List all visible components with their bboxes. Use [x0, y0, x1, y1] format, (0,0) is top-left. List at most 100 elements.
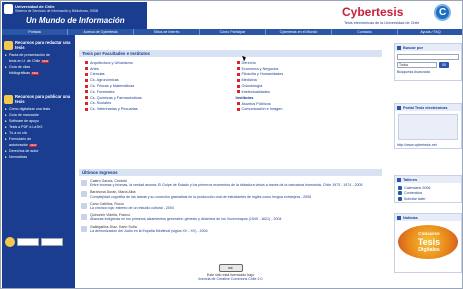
thesis-title[interactable]: Alianzas indígenas en los primeros alzam… — [90, 217, 380, 221]
sidebar-item-normativas[interactable]: ▸ Normativas — [2, 154, 75, 160]
sidebar-heading: Recursos para redactar una tesis — [2, 39, 75, 52]
bullet-icon — [236, 84, 240, 88]
bullet-icon — [236, 90, 240, 94]
facultades-column-1: Arquitectura y Urbanismo Artes Ciencias … — [79, 60, 231, 112]
thesis-title[interactable]: La demonización del Judío en la España M… — [90, 229, 380, 233]
bullet-icon — [236, 72, 240, 76]
sidebar-heading-text: Recursos para redactar una tesis — [15, 39, 71, 50]
validator-badge-icon[interactable] — [17, 238, 39, 246]
thesis-title[interactable]: Entre bromas y bromas, la verdad asoma: … — [90, 183, 380, 187]
talleres-box: Talleres Calendario 2006 Contenidos Soli… — [394, 175, 462, 203]
nav-como-participar[interactable]: Cómo Participar — [200, 29, 266, 35]
brand-logo-letter: C — [439, 7, 447, 18]
library-system-name: Sistema de Servicios de Información y Bi… — [15, 9, 99, 13]
nav-contacto[interactable]: Contacto — [332, 29, 398, 35]
thesis-title[interactable]: La cronica roja: estereo de un estudio c… — [90, 206, 380, 210]
document-icon — [81, 180, 87, 186]
square-icon — [397, 45, 401, 50]
css-badge-icon[interactable] — [41, 238, 63, 246]
search-submit-button[interactable]: OK — [439, 62, 449, 68]
ultimos-ingresos-panel: Últimos Ingresos Castro García, Crudobi … — [79, 169, 382, 265]
nav-acerca[interactable]: Acerca de Cybertesis — [68, 29, 134, 35]
nav-ayuda[interactable]: Ayuda / FAQ — [398, 29, 462, 35]
right-sidebar: Buscar por Todos OK Búsqueda Avanzada Po… — [394, 43, 462, 287]
new-badge: NEW — [29, 143, 38, 147]
sidebar-item-label: Tú a un clic — [9, 131, 28, 135]
bullet-icon — [85, 84, 88, 88]
new-badge: NEW — [41, 59, 50, 63]
panel-title: Últimos Ingresos — [79, 169, 382, 176]
advanced-search-link[interactable]: Búsqueda Avanzada — [397, 70, 459, 74]
university-logo-block[interactable]: Universidad de Chile Sistema de Servicio… — [2, 2, 147, 29]
bullet-icon — [85, 67, 88, 71]
noticias-box: Noticias Concurso Tesis Digitales — [394, 213, 462, 273]
sidebar-item-label: tesis en U. de Chile — [9, 59, 41, 63]
facultades-column-2: Derecho Economía y Negocios Filosofía y … — [231, 60, 383, 112]
sidebar-badges — [2, 235, 75, 265]
tesis-por-facultades-panel: Tesis por Facultades e Institutos Arquit… — [79, 50, 382, 165]
square-icon — [397, 105, 401, 110]
box-title: Noticias — [403, 215, 418, 220]
brand-name: Cybertesis — [342, 5, 404, 19]
sidebar-heading: Recursos para publicar una tesis — [2, 93, 75, 106]
document-icon — [81, 191, 87, 198]
publish-icon — [4, 95, 13, 104]
pencil-icon — [4, 41, 13, 50]
cybertesis-brand[interactable]: Cybertesis C Tesis electrónicas de la Un… — [342, 3, 462, 29]
document-icon — [81, 202, 87, 209]
nav-sitios[interactable]: Sitios de Interés — [134, 29, 200, 35]
bullet-icon — [85, 61, 88, 65]
creative-commons-icon[interactable]: cc — [218, 264, 243, 272]
sidebar-item-label: Cómo digitalizar una tesis — [9, 107, 51, 111]
banner-text-top: Concurso — [418, 231, 440, 236]
box-title: Portal Tesis electrónicas — [403, 105, 448, 110]
left-sidebar: Recursos para redactar una tesis ▸ Pauta… — [2, 35, 75, 288]
box-title: Talleres — [403, 177, 418, 182]
license-block: cc Este sitio está licenciado bajo licen… — [79, 264, 382, 284]
search-input[interactable] — [397, 54, 459, 60]
box-header: Buscar por — [395, 44, 461, 51]
accessibility-icon[interactable] — [5, 237, 15, 247]
sidebar-heading-text: Recursos para publicar una tesis — [15, 93, 71, 104]
search-field-select[interactable]: Todos — [397, 62, 437, 68]
university-seal-icon — [4, 4, 13, 14]
thesis-entry[interactable]: Cano Cabillos, Rocío La cronica roja: es… — [79, 202, 382, 210]
bullet-icon — [85, 90, 88, 94]
panel-title: Tesis por Facultades e Institutos — [79, 50, 382, 57]
main-content: Tesis por Facultades e Institutos Arquit… — [79, 37, 382, 287]
license-link[interactable]: licencia de Creative Commons Chile 2.0 — [79, 277, 382, 281]
sidebar-item-label: Guía de marcación — [9, 113, 40, 117]
thesis-entry[interactable]: Gallegaillos Díaz, Karin Sofía La demoni… — [79, 225, 382, 233]
thesis-title[interactable]: Complejidad cognitiva de las tareas y su… — [90, 195, 380, 199]
sidebar-item-label: Normativas — [9, 155, 28, 159]
box-header: Portal Tesis electrónicas — [395, 104, 461, 111]
list-item[interactable]: Comunicación e Imagen — [231, 107, 383, 113]
sidebar-item-citas-cont[interactable]: bibliográficas NEW — [2, 70, 75, 76]
sidebar-item-label: Derechos de autor — [9, 149, 39, 153]
bullet-icon — [85, 107, 88, 111]
portal-link[interactable]: http://www.cybertesis.net — [397, 143, 459, 147]
thesis-entry[interactable]: Barahona Durán, María Alba Complejidad c… — [79, 190, 382, 199]
bullet-icon — [236, 102, 240, 106]
calendar-icon — [398, 185, 402, 190]
brand-logo-icon: C — [434, 4, 451, 21]
thesis-entry[interactable]: Quirovich Vidella, Franco Alianzas indíg… — [79, 213, 382, 221]
bullet-icon — [236, 107, 240, 111]
bullet-icon — [85, 101, 88, 105]
list-item[interactable]: Solicitar taller — [398, 196, 458, 202]
bullet-icon — [236, 78, 240, 82]
thesis-entry[interactable]: Castro García, Crudobi Entre bromas y br… — [79, 179, 382, 187]
nav-mundo[interactable]: Cybertesis en el Mundo — [266, 29, 332, 35]
new-badge: NEW — [30, 71, 40, 75]
document-icon — [81, 214, 87, 221]
sidebar-item-label: autorización — [9, 143, 29, 147]
concurso-tesis-digitales-banner[interactable]: Concurso Tesis Digitales — [398, 225, 458, 259]
sidebar-item-label: Tesis a PDF a LaTeX — [9, 125, 43, 129]
banner-text-bottom: Digitales — [418, 247, 440, 253]
portal-screenshot-image[interactable] — [398, 114, 458, 140]
sidebar-item-label: Pauta de presentación de — [9, 53, 50, 57]
box-header: Noticias — [395, 214, 461, 221]
square-icon — [397, 215, 401, 220]
sidebar-item-label: Formulario de — [9, 137, 32, 141]
list-item[interactable]: Cs. Veterinarias y Pecuarias — [79, 106, 231, 112]
